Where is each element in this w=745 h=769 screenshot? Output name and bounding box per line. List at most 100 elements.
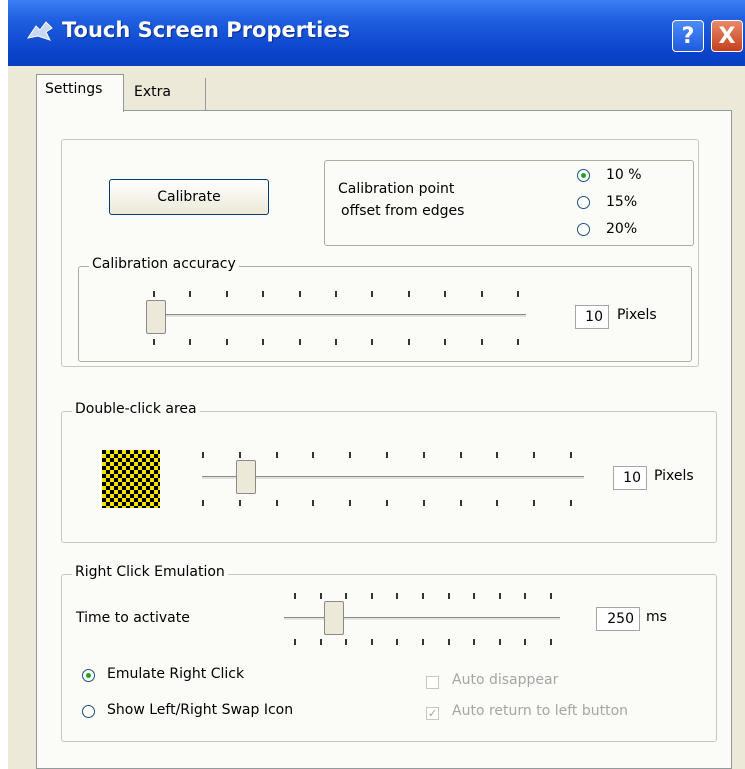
slider-tick-bottom [459,500,462,506]
offset-20-label[interactable]: 20% [606,221,637,237]
slider-tick-bottom [422,500,425,506]
slider-tick-top [459,452,462,458]
slider-tick-top [371,291,374,297]
slider-tick-bottom [480,339,483,345]
accuracy-slider-track[interactable] [154,314,526,318]
slider-tick-bottom [473,639,476,645]
slider-tick-bottom [335,339,337,345]
slider-tick-top [517,291,519,297]
slider-tick-top [396,593,399,599]
slider-tick-bottom [153,339,155,345]
calibration-group: Calibrate Calibration point offset from … [61,139,699,367]
slider-tick-top [370,593,373,599]
offset-20-radio[interactable] [577,223,590,236]
slider-tick-top [225,291,228,297]
slider-tick-top [319,593,322,599]
slider-tick-bottom [407,339,410,345]
emulate-right-click-label[interactable]: Emulate Right Click [107,666,244,682]
slider-tick-top [275,452,278,458]
slider-tick-bottom [275,500,278,506]
slider-tick-bottom [298,339,301,345]
slider-tick-top [345,593,348,599]
show-swap-icon-radio[interactable] [82,705,95,718]
slider-tick-top [189,291,192,297]
slider-tick-bottom [262,339,265,345]
slider-tick-bottom [498,639,501,645]
double-click-unit-label: Pixels [654,468,694,484]
slider-tick-top [444,291,447,297]
auto-return-label[interactable]: Auto return to left button [452,703,628,719]
right-click-group: Right Click Emulation Time to activate 2… [61,564,717,742]
slider-tick-bottom [447,639,450,645]
slider-tick-bottom [238,500,241,506]
tab-extra[interactable]: Extra [126,78,206,110]
touch-app-icon [26,21,53,41]
offset-label-line2: offset from edges [341,203,465,219]
slider-tick-top [447,593,450,599]
time-unit-label: ms [646,609,667,625]
time-to-activate-label: Time to activate [76,610,190,626]
slider-tick-top [407,291,410,297]
double-click-legend: Double-click area [72,401,200,417]
auto-disappear-label[interactable]: Auto disappear [452,672,558,688]
help-button[interactable]: ? [672,20,704,52]
slider-tick-top [480,291,483,297]
auto-return-checkbox[interactable]: ✓ [426,707,439,720]
slider-tick-bottom [496,500,499,506]
accuracy-slider-thumb[interactable] [146,300,166,334]
slider-tick-bottom [371,339,374,345]
slider-tick-bottom [550,639,552,645]
slider-tick-top [496,452,499,458]
double-click-area-preview [102,450,160,508]
emulate-right-click-radio[interactable] [82,669,95,682]
offset-10-label[interactable]: 10 % [606,167,642,183]
window-title: Touch Screen Properties [62,18,351,42]
time-slider-thumb[interactable] [324,601,344,635]
slider-tick-top [524,593,527,599]
slider-tick-bottom [319,639,322,645]
slider-tick-top [153,291,155,297]
slider-tick-bottom [202,500,204,506]
double-click-slider-track[interactable] [202,476,584,480]
slider-tick-bottom [370,639,373,645]
slider-tick-top [386,452,388,458]
slider-tick-top [550,593,552,599]
time-value-field[interactable]: 250 [596,607,640,631]
slider-tick-bottom [225,339,228,345]
slider-tick-top [202,452,204,458]
settings-panel: Calibrate Calibration point offset from … [36,110,732,769]
slider-tick-bottom [396,639,399,645]
offset-10-radio[interactable] [577,169,590,182]
slider-tick-top [473,593,476,599]
calibrate-button[interactable]: Calibrate [109,179,269,215]
slider-tick-bottom [189,339,192,345]
accuracy-value-field[interactable]: 10 [575,305,609,329]
offset-15-radio[interactable] [577,196,590,209]
slider-tick-bottom [294,639,296,645]
double-click-value-field[interactable]: 10 [613,466,647,490]
show-swap-icon-label[interactable]: Show Left/Right Swap Icon [107,702,293,718]
slider-tick-top [422,593,424,599]
touch-screen-properties-dialog: Touch Screen Properties ? X Settings Ext… [8,0,745,769]
double-click-slider-thumb[interactable] [236,460,256,494]
offset-15-label[interactable]: 15% [606,194,637,210]
slider-tick-bottom [422,639,424,645]
slider-tick-bottom [524,639,527,645]
slider-tick-bottom [570,500,572,506]
slider-tick-top [533,452,536,458]
tab-settings[interactable]: Settings [36,74,124,112]
auto-disappear-checkbox[interactable] [426,676,439,689]
slider-tick-top [294,593,296,599]
slider-tick-top [335,291,337,297]
calibration-accuracy-legend: Calibration accuracy [89,256,239,272]
slider-tick-top [498,593,501,599]
double-click-group: Double-click area 10 Pixels [61,401,717,543]
accuracy-unit-label: Pixels [617,307,657,323]
slider-tick-top [238,452,241,458]
slider-tick-bottom [345,639,348,645]
title-bar[interactable]: Touch Screen Properties ? X [8,0,745,66]
slider-tick-bottom [533,500,536,506]
slider-tick-bottom [386,500,388,506]
offset-label-line1: Calibration point [338,181,455,197]
close-button[interactable]: X [711,20,743,52]
